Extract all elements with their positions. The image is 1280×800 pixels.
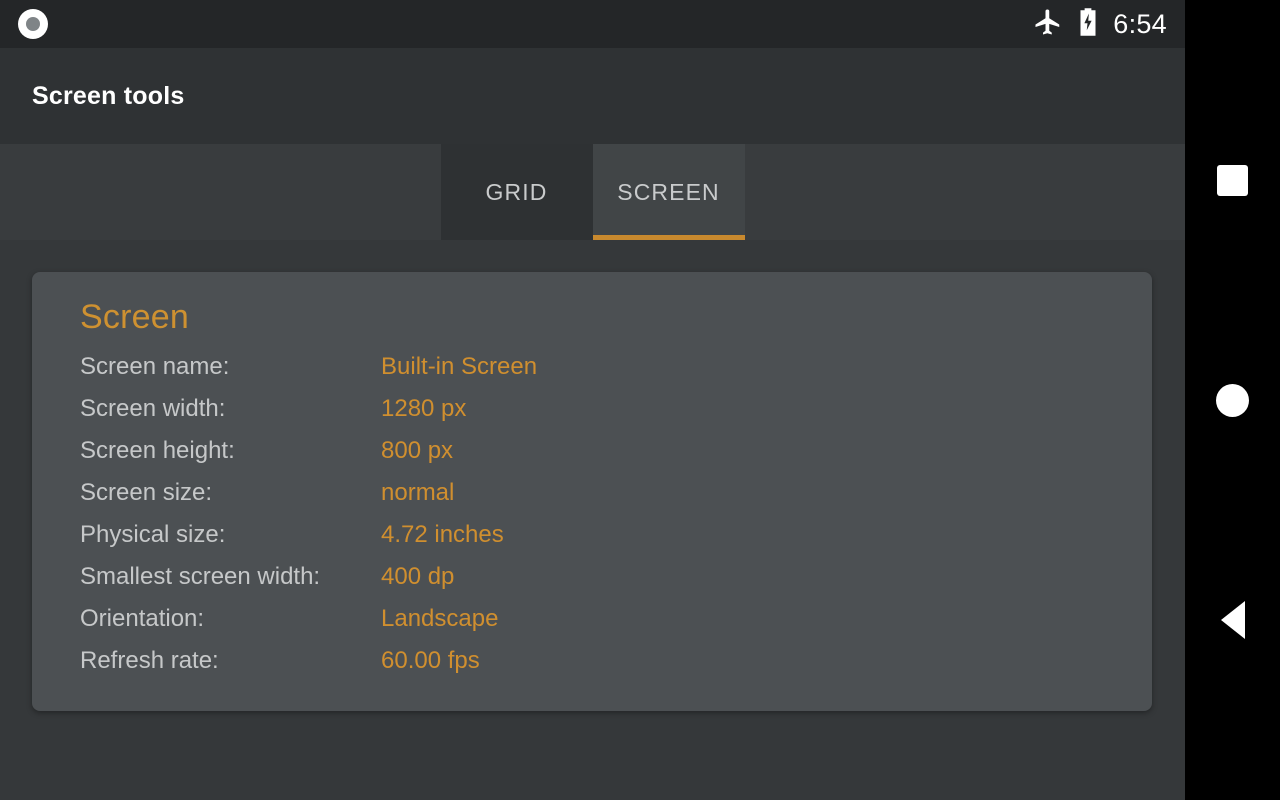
row-label-refresh-rate: Refresh rate: (80, 647, 219, 674)
card-title: Screen (80, 298, 189, 336)
home-button[interactable] (1185, 368, 1280, 432)
notification-dot-icon (18, 9, 48, 39)
row-value-screen-height: 800 px (381, 437, 454, 464)
android-screenshot: 6:54 Screen tools GRID SCREEN Screen Scr… (0, 0, 1280, 800)
screen-info-card: Screen Screen name: Built-in Screen Scre… (32, 272, 1152, 711)
tab-screen[interactable]: SCREEN (592, 144, 745, 240)
home-circle-icon (1216, 383, 1249, 417)
row-label-screen-name: Screen name: (80, 353, 230, 380)
table-row: Orientation: Landscape (32, 605, 1152, 647)
row-label-screen-height: Screen height: (80, 437, 235, 464)
row-value-orientation: Landscape (381, 605, 499, 632)
row-label-screen-width: Screen width: (80, 395, 226, 422)
battery-charging-icon (1077, 7, 1099, 42)
back-triangle-icon (1220, 601, 1245, 639)
device-content-area: 6:54 Screen tools GRID SCREEN Screen Scr… (0, 0, 1185, 800)
airplane-mode-icon (1033, 7, 1063, 42)
status-bar-right-icons: 6:54 (1033, 7, 1185, 42)
table-row: Screen size: normal (32, 479, 1152, 521)
status-bar-clock: 6:54 (1113, 8, 1167, 39)
recents-button[interactable] (1185, 148, 1280, 212)
recents-square-icon (1217, 164, 1248, 196)
row-value-smallest-screen-width: 400 dp (381, 563, 455, 590)
table-row: Screen height: 800 px (32, 437, 1152, 479)
table-row: Screen name: Built-in Screen (32, 353, 1152, 395)
tab-grid[interactable]: GRID (440, 144, 593, 240)
row-label-physical-size: Physical size: (80, 521, 226, 548)
row-label-orientation: Orientation: (80, 605, 205, 632)
back-button[interactable] (1185, 588, 1280, 652)
row-value-refresh-rate: 60.00 fps (381, 647, 480, 674)
row-value-screen-size: normal (381, 479, 455, 506)
row-label-smallest-screen-width: Smallest screen width: (80, 563, 321, 590)
content-area: Screen Screen name: Built-in Screen Scre… (0, 240, 1185, 800)
tab-grid-label: GRID (485, 178, 548, 205)
tab-bar: GRID SCREEN (0, 144, 1185, 240)
page-title: Screen tools (32, 81, 185, 110)
table-row: Physical size: 4.72 inches (32, 521, 1152, 563)
status-bar-left-icons (0, 9, 48, 39)
app-bar: Screen tools (0, 48, 1185, 144)
row-value-screen-width: 1280 px (381, 395, 467, 422)
table-row: Smallest screen width: 400 dp (32, 563, 1152, 605)
navigation-bar (1185, 0, 1280, 800)
tab-screen-label: SCREEN (617, 178, 720, 205)
status-bar: 6:54 (0, 0, 1185, 48)
row-value-physical-size: 4.72 inches (381, 521, 504, 548)
table-row: Screen width: 1280 px (32, 395, 1152, 437)
row-label-screen-size: Screen size: (80, 479, 213, 506)
row-value-screen-name: Built-in Screen (381, 353, 538, 380)
table-row: Refresh rate: 60.00 fps (32, 647, 1152, 689)
